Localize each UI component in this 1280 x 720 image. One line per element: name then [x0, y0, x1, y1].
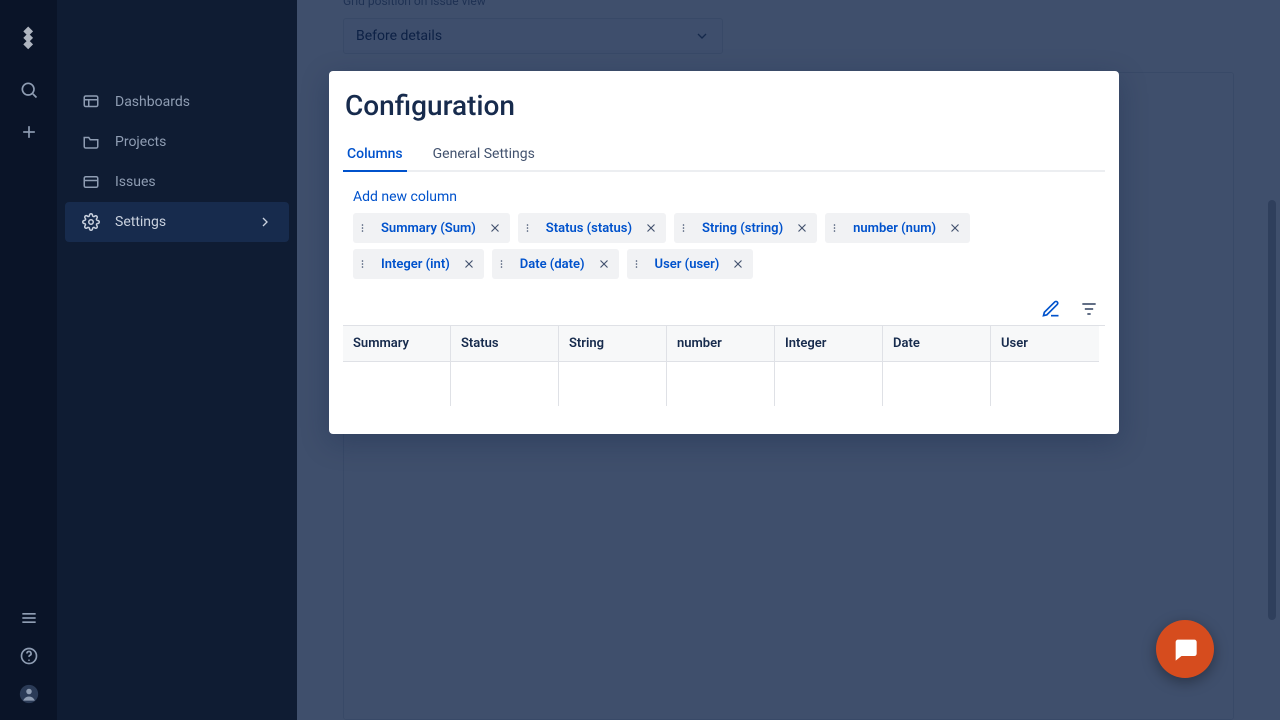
remove-chip-icon[interactable] [946, 221, 964, 235]
sidebar-item-dashboards[interactable]: Dashboards [65, 82, 289, 122]
global-rail [0, 0, 57, 720]
table-column: Summary [343, 326, 451, 406]
sidebar-item-label: Dashboards [115, 94, 190, 110]
gear-icon [81, 212, 101, 232]
dashboard-icon [81, 92, 101, 112]
drag-handle-icon[interactable] [357, 256, 371, 272]
preview-table: SummaryStatusStringnumberIntegerDateUser [343, 325, 1105, 406]
drag-handle-icon[interactable] [678, 220, 692, 236]
menu-icon[interactable] [17, 606, 41, 630]
table-column: Status [451, 326, 559, 406]
column-header[interactable]: Date [883, 326, 990, 362]
tab-general-settings[interactable]: General Settings [429, 140, 539, 170]
column-chip[interactable]: Integer (int) [353, 249, 484, 279]
drag-handle-icon[interactable] [631, 256, 645, 272]
column-chip[interactable]: Status (status) [518, 213, 666, 243]
search-icon[interactable] [17, 78, 41, 102]
remove-chip-icon[interactable] [642, 221, 660, 235]
remove-chip-icon[interactable] [486, 221, 504, 235]
column-chip[interactable]: Date (date) [492, 249, 619, 279]
column-chip[interactable]: User (user) [627, 249, 754, 279]
drag-handle-icon[interactable] [357, 220, 371, 236]
column-header[interactable]: Integer [775, 326, 882, 362]
column-header[interactable]: User [991, 326, 1099, 362]
chip-label: User (user) [645, 257, 730, 272]
modal-tabs: Columns General Settings [343, 140, 1105, 172]
plus-icon[interactable] [17, 120, 41, 144]
sidebar-item-label: Projects [115, 134, 166, 150]
help-icon[interactable] [17, 644, 41, 668]
add-new-column-link[interactable]: Add new column [353, 187, 457, 213]
sidebar-item-label: Settings [115, 214, 166, 230]
table-column: User [991, 326, 1099, 406]
edit-icon[interactable] [1041, 299, 1061, 319]
tab-columns[interactable]: Columns [343, 140, 407, 172]
avatar-icon[interactable] [17, 682, 41, 706]
column-chip[interactable]: String (string) [674, 213, 817, 243]
column-header[interactable]: Summary [343, 326, 450, 362]
column-header[interactable]: String [559, 326, 666, 362]
issues-icon [81, 172, 101, 192]
table-column: String [559, 326, 667, 406]
arrow-right-icon [257, 214, 273, 230]
drag-handle-icon[interactable] [829, 220, 843, 236]
column-chip[interactable]: number (num) [825, 213, 970, 243]
project-sidebar: Dashboards Projects Issues Settings [57, 0, 297, 720]
drag-handle-icon[interactable] [496, 256, 510, 272]
filter-icon[interactable] [1079, 299, 1099, 319]
sidebar-item-label: Issues [115, 174, 156, 190]
table-column: Integer [775, 326, 883, 406]
remove-chip-icon[interactable] [793, 221, 811, 235]
table-column: number [667, 326, 775, 406]
chip-label: Summary (Sum) [371, 221, 486, 236]
chip-label: String (string) [692, 221, 793, 236]
remove-chip-icon[interactable] [460, 257, 478, 271]
drag-handle-icon[interactable] [522, 220, 536, 236]
chip-label: number (num) [843, 221, 946, 236]
column-chip[interactable]: Summary (Sum) [353, 213, 510, 243]
sidebar-item-settings[interactable]: Settings [65, 202, 289, 242]
modal-title: Configuration [343, 89, 1105, 122]
sidebar-item-projects[interactable]: Projects [65, 122, 289, 162]
configuration-modal: Configuration Columns General Settings A… [329, 71, 1119, 434]
sidebar-item-issues[interactable]: Issues [65, 162, 289, 202]
chip-label: Status (status) [536, 221, 642, 236]
remove-chip-icon[interactable] [595, 257, 613, 271]
column-chips: Summary (Sum) Status (status) String (stri… [353, 213, 1095, 279]
table-column: Date [883, 326, 991, 406]
jira-logo-icon[interactable] [16, 24, 42, 50]
intercom-chat-button[interactable] [1156, 620, 1214, 678]
column-header[interactable]: number [667, 326, 774, 362]
folder-icon [81, 132, 101, 152]
column-header[interactable]: Status [451, 326, 558, 362]
chip-label: Integer (int) [371, 257, 460, 272]
chip-label: Date (date) [510, 257, 595, 272]
remove-chip-icon[interactable] [729, 257, 747, 271]
